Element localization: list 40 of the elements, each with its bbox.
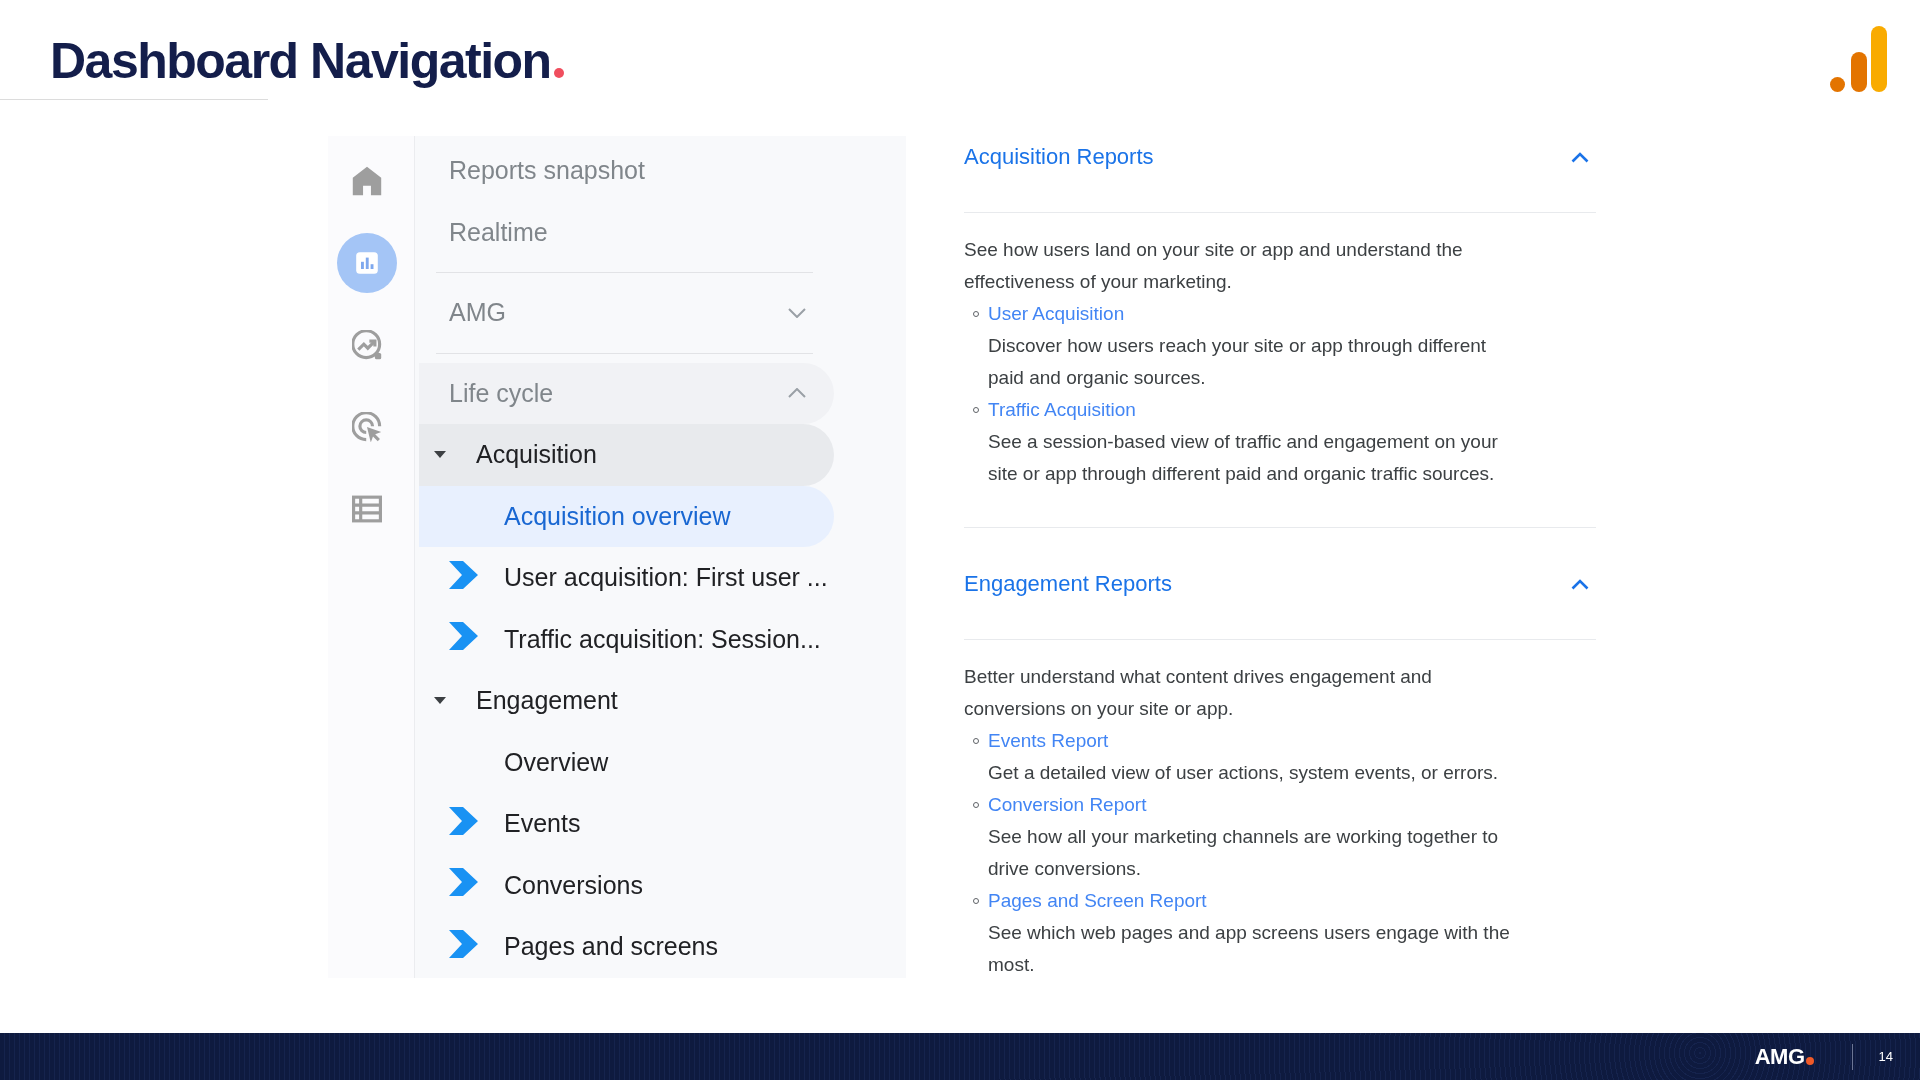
home-icon[interactable] [352,166,382,196]
report-description: See which web pages and app screens users engage with the most. [987,921,1511,977]
nav-item[interactable]: Reports snapshot [419,140,834,202]
bar-chart-logo-icon [1830,26,1887,92]
report-link[interactable]: User Acquisition [988,298,1125,330]
nav-item[interactable]: Conversions [419,854,834,916]
report-description: Discover how users reach your site or app through different paid and organic sources. [987,334,1488,390]
nav-item[interactable]: Acquisition overview [419,485,834,547]
report-link[interactable]: Conversion Report [988,789,1147,821]
section-heading: Engagement Reports [964,570,1172,598]
section-heading: Acquisition Reports [964,143,1154,171]
chevron-up-icon[interactable] [1571,578,1589,590]
report-link[interactable]: Pages and Screen Report [988,885,1207,917]
page-title: Dashboard Navigation [50,36,551,86]
logo-dot-icon [1805,1057,1814,1065]
list-icon[interactable] [352,494,382,524]
bar-chart-icon[interactable] [337,233,397,293]
cursor-target-icon[interactable] [352,412,382,442]
nav-item[interactable]: Pages and screens [419,916,834,978]
nav-item[interactable]: Events [419,793,834,855]
nav-group[interactable]: Acquisition [419,424,834,486]
chevron-up-icon[interactable] [1571,151,1589,163]
nav-section[interactable]: AMG [419,282,834,344]
report-description: Get a detailed view of user actions, system events, or errors. [987,761,1500,785]
nav-item[interactable]: Overview [419,731,834,793]
nav-section[interactable]: Life cycle [419,362,834,424]
nav-item[interactable]: User acquisition: First user ... [419,547,834,609]
report-description: See a session-based view of traffic and engagement on your site or app through different paid and organic traffic sources. [987,430,1499,486]
report-link[interactable]: Events Report [988,725,1109,757]
trend-chart-icon[interactable] [352,330,382,360]
page-number: 14 [1878,1049,1893,1064]
accent-dot-icon [553,68,564,78]
report-description: See how all your marketing channels are working together to drive conversions. [987,825,1500,881]
brand-logo: AMG [1754,1043,1805,1070]
nav-item[interactable]: Realtime [419,201,834,263]
nav-group[interactable]: Engagement [419,670,834,732]
section-intro: See how users land on your site or app and understand the effectiveness of your marketing. [964,238,1464,294]
report-link[interactable]: Traffic Acquisition [988,394,1136,426]
section-intro: Better understand what content drives engagement and conversions on your site or app. [964,665,1433,721]
nav-item[interactable]: Traffic acquisition: Session... [419,608,834,670]
